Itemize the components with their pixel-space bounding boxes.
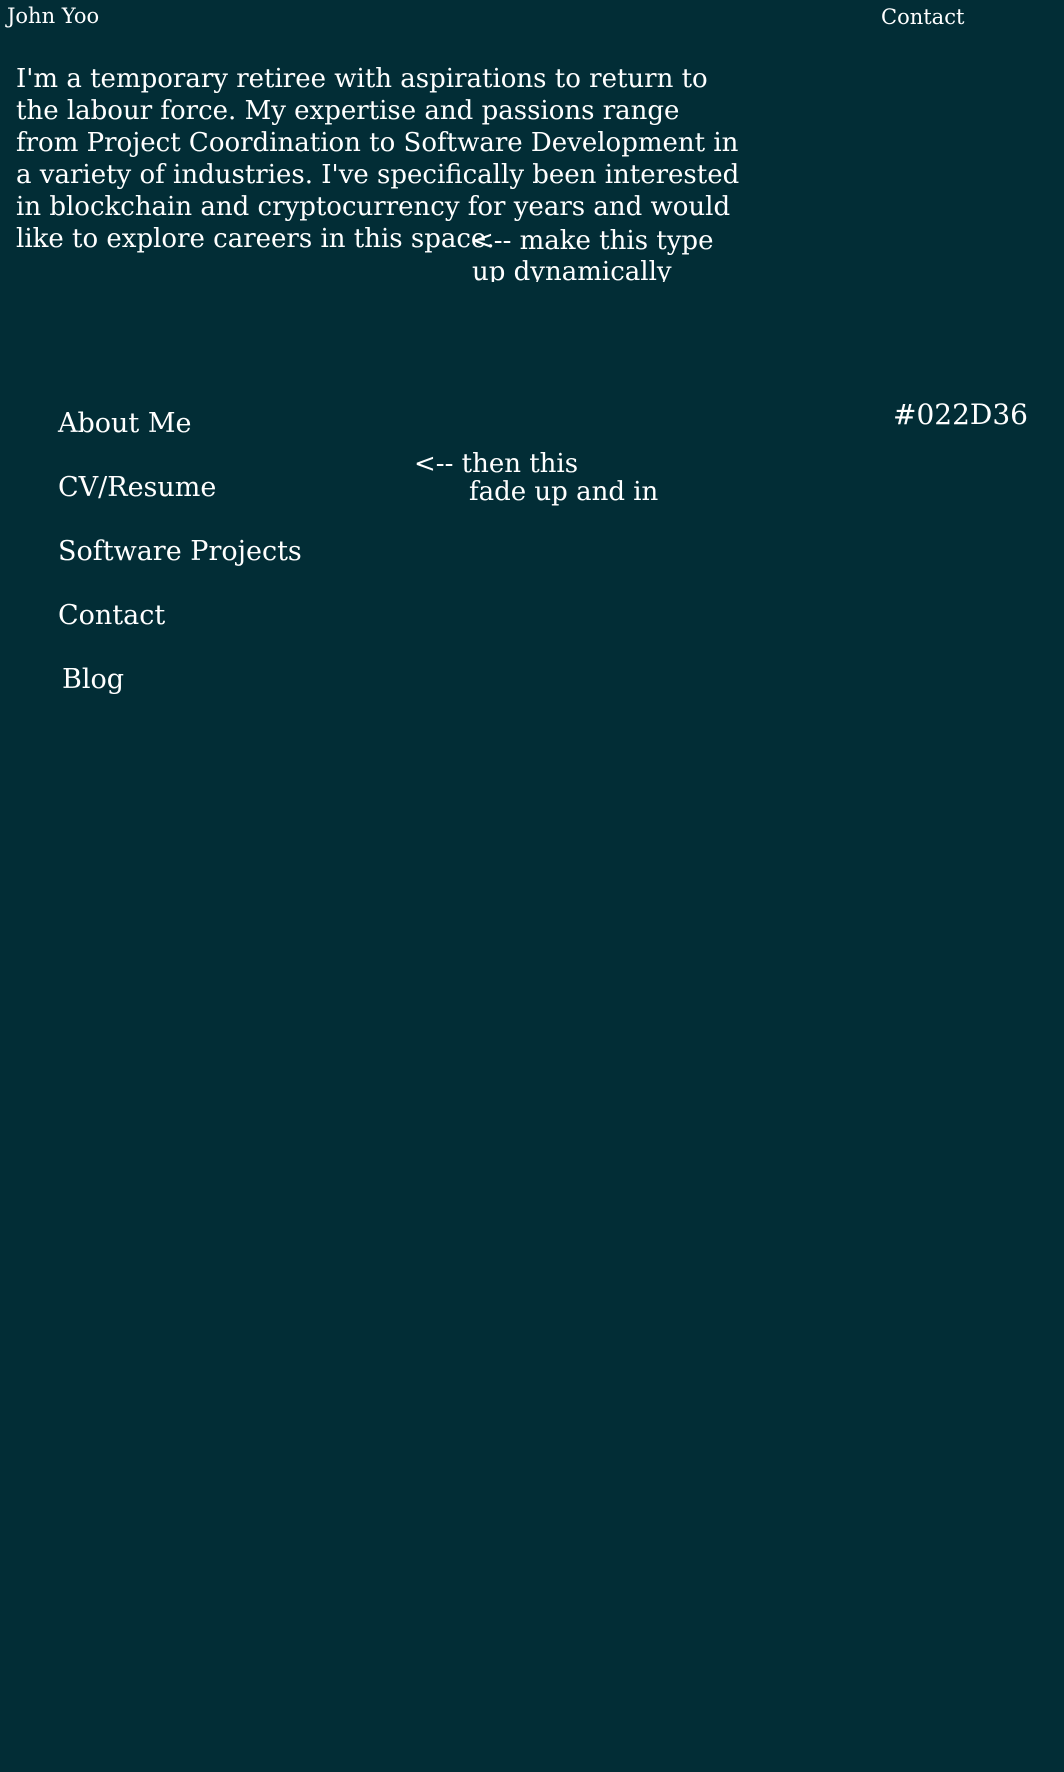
intro-line: I'm a temporary retiree with aspirations…: [16, 64, 708, 94]
site-brand[interactable]: John Yoo: [7, 4, 99, 28]
intro-line: in blockchain and cryptocurrency for yea…: [16, 192, 731, 222]
typing-annotation-line: up dynamically: [472, 257, 672, 282]
typing-annotation: <-- make this type up dynamically: [472, 226, 722, 282]
intro-line: the labour force. My expertise and passi…: [16, 96, 680, 126]
header-contact-link[interactable]: Contact: [881, 5, 964, 29]
fade-annotation-line: fade up and in: [469, 477, 659, 507]
intro-line: a variety of industries. I've specifical…: [16, 160, 740, 190]
intro-line: from Project Coordination to Software De…: [16, 128, 739, 158]
nav-item-cv-resume[interactable]: CV/Resume: [58, 472, 216, 504]
fade-annotation-line: <-- then this: [414, 449, 579, 479]
nav-item-blog[interactable]: Blog: [62, 664, 124, 696]
nav-item-software-projects[interactable]: Software Projects: [58, 536, 302, 568]
typing-annotation-line: <-- make this type: [472, 226, 714, 256]
nav-item-contact[interactable]: Contact: [58, 600, 165, 632]
color-hex-note: #022D36: [893, 398, 1028, 431]
nav-item-about-me[interactable]: About Me: [58, 408, 191, 440]
